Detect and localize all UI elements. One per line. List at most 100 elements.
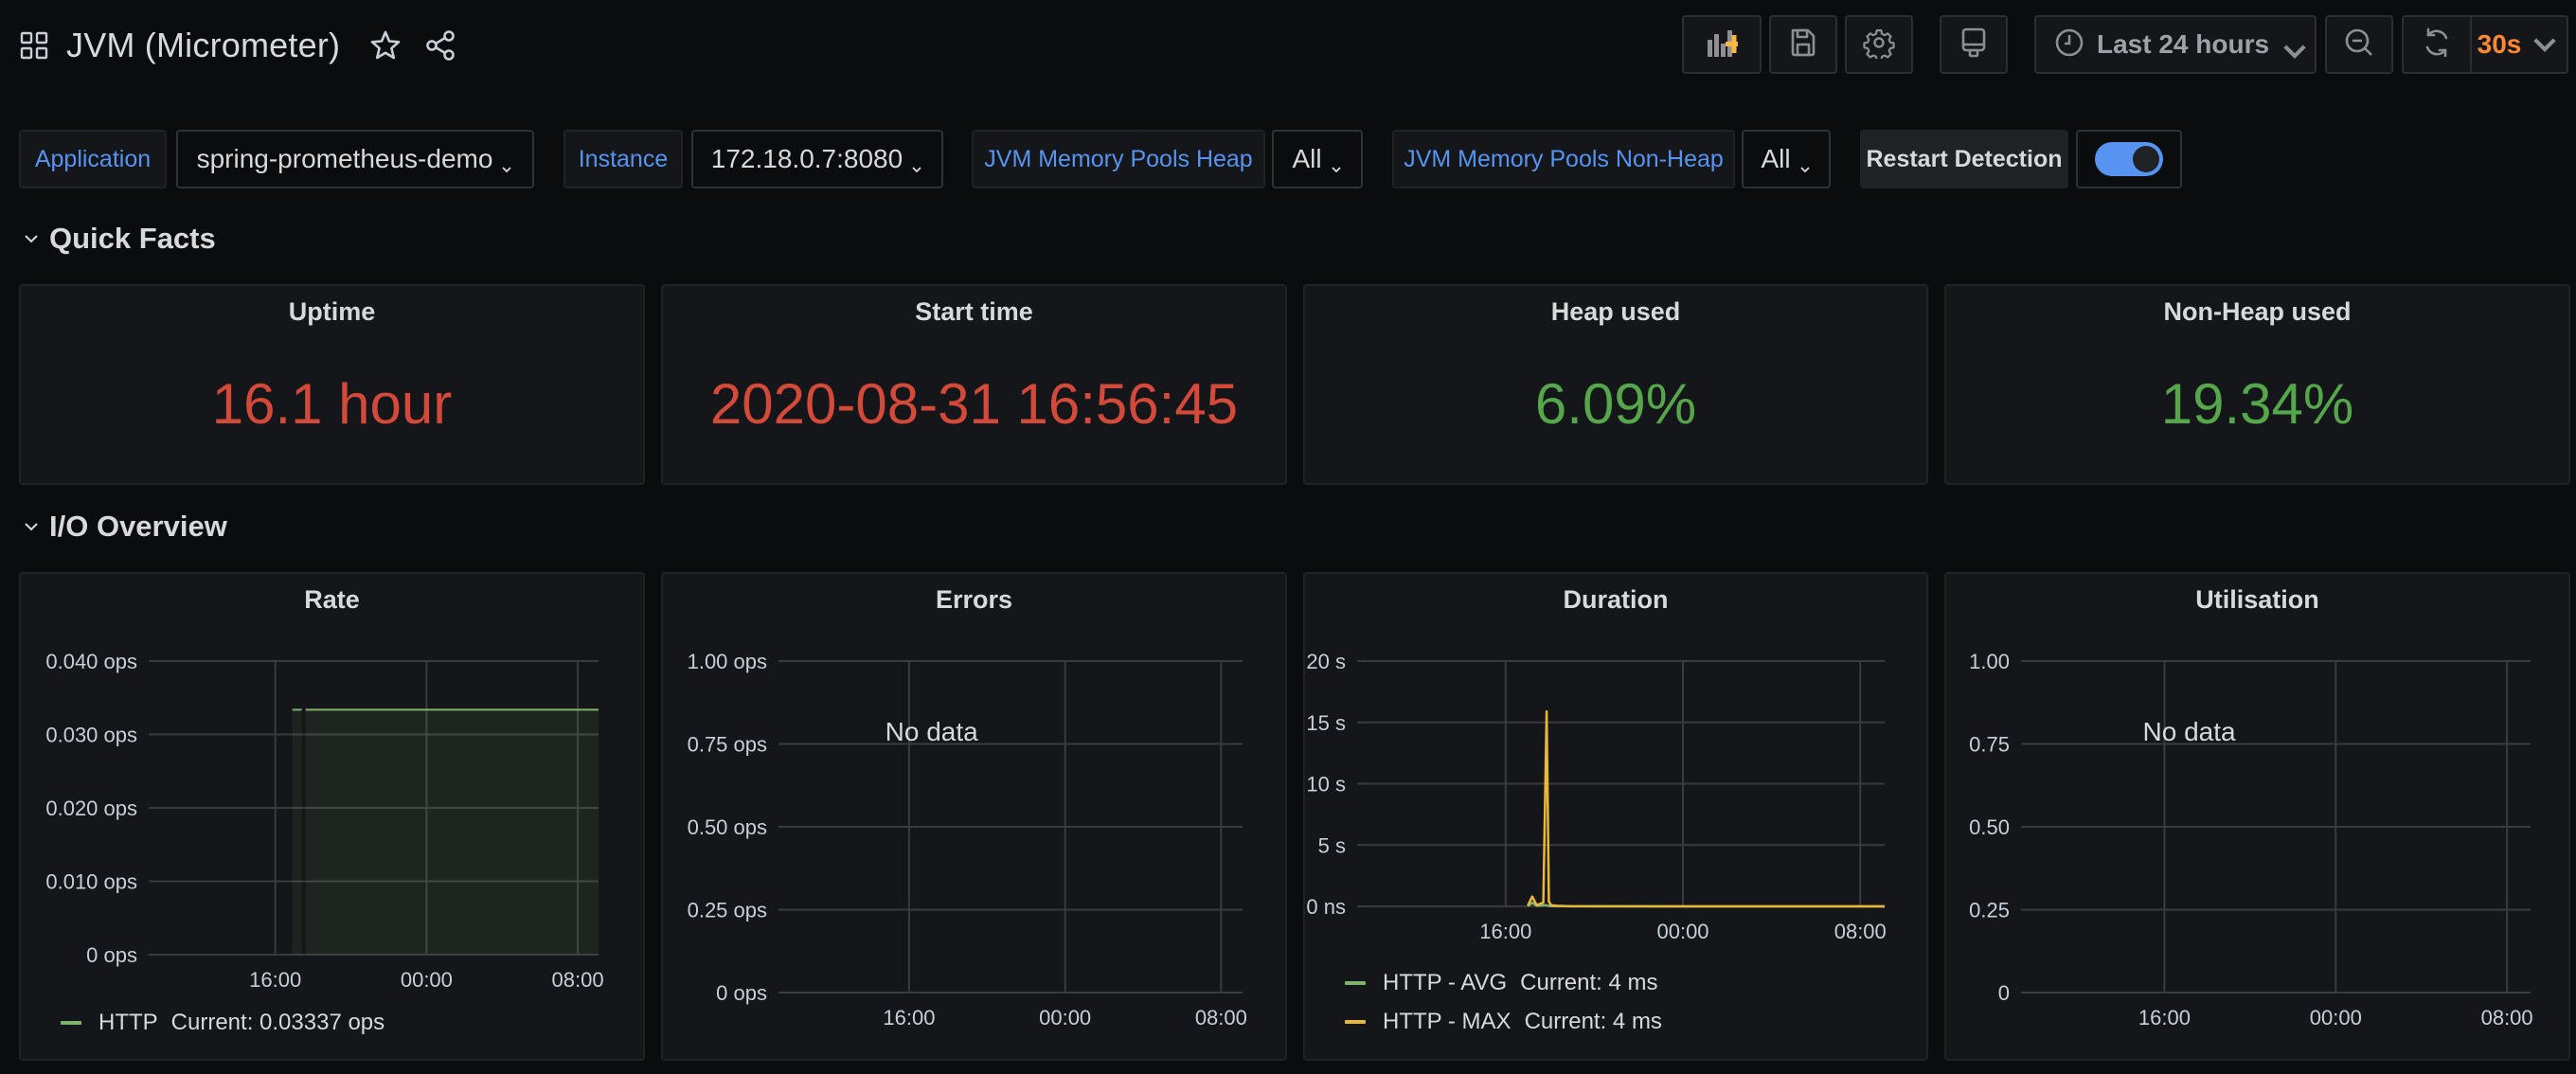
refresh-icon	[2421, 27, 2453, 63]
utilisation-chart: 1.00 0.75 0.50 0.25 0 16:00 00:00 08:00 No data	[1969, 650, 2533, 1029]
zoom-out-button[interactable]	[2325, 15, 2393, 74]
y-tick-label: 0.50 ops	[688, 815, 767, 839]
y-tick-label: 5 s	[1318, 833, 1346, 857]
row-io-overview[interactable]: I/O Overview	[23, 510, 227, 544]
y-tick-label: 0.020 ops	[45, 797, 137, 820]
x-tick-label: 00:00	[401, 968, 453, 992]
variable-label-restart-detection: Restart Detection	[1860, 130, 2068, 188]
panel-title[interactable]: Start time	[663, 297, 1285, 327]
x-tick-label: 00:00	[1656, 920, 1708, 943]
x-tick-label: 16:00	[1479, 920, 1531, 943]
variable-dropdown-nonheap-pools[interactable]: All	[1742, 130, 1831, 188]
variable-label-application: Application	[19, 130, 167, 188]
stat-value: 6.09%	[1534, 372, 1697, 436]
y-tick-label: 0.040 ops	[45, 650, 137, 673]
clock-icon	[2053, 27, 2085, 63]
refresh-interval-dropdown[interactable]: 30s	[2472, 17, 2567, 72]
apps-grid-icon[interactable]	[19, 30, 49, 61]
legend-swatch	[1345, 981, 1366, 985]
rate-chart: 0.040 ops 0.030 ops 0.020 ops 0.010 ops 0 op…	[45, 650, 604, 992]
dashboard-header: JVM (Micrometer)	[19, 21, 478, 70]
save-dashboard-button[interactable]	[1769, 15, 1837, 74]
dashboard-title[interactable]: JVM (Micrometer)	[66, 26, 340, 65]
y-tick-label: 15 s	[1306, 711, 1346, 735]
legend-swatch	[1345, 1020, 1366, 1024]
stat-panel-uptime: Uptime 16.1 hour	[19, 284, 645, 485]
variable-dropdown-application[interactable]: spring-prometheus-demo	[176, 130, 534, 188]
refresh-picker: 30s	[2402, 15, 2568, 74]
y-tick-label: 0.75 ops	[688, 733, 767, 757]
stat-panel-heap-used: Heap used 6.09%	[1303, 284, 1928, 485]
panel-title[interactable]: Heap used	[1305, 297, 1926, 327]
variable-dropdown-heap-pools[interactable]: All	[1272, 130, 1363, 188]
chevron-down-icon	[25, 235, 38, 243]
variable-dropdown-instance[interactable]: 172.18.0.7:8080	[691, 130, 943, 188]
chevron-down-icon	[1330, 152, 1343, 173]
no-data-label: No data	[886, 717, 978, 746]
chevron-down-icon	[25, 523, 38, 531]
y-tick-label: 1.00 ops	[688, 650, 767, 673]
graph-panel-rate: Rate 0.040 ops 0.030 ops 0.020 ops 0.010 op…	[19, 572, 645, 1061]
chevron-down-icon	[1798, 152, 1812, 173]
series-area	[292, 709, 302, 955]
legend-current-value: Current: 4 ms	[1520, 970, 1658, 995]
add-panel-button[interactable]	[1682, 15, 1762, 74]
variable-label-nonheap-pools: JVM Memory Pools Non-Heap	[1392, 130, 1735, 188]
y-tick-label: 0.25 ops	[688, 899, 767, 922]
save-icon	[1787, 27, 1819, 63]
panel-title[interactable]: Non-Heap used	[1946, 297, 2568, 327]
variable-value-instance: 172.18.0.7:8080	[710, 144, 903, 173]
x-tick-label: 08:00	[1834, 920, 1887, 943]
refresh-interval-label: 30s	[2477, 29, 2522, 59]
stat-value: 16.1 hour	[211, 372, 453, 436]
x-tick-label: 16:00	[2138, 1006, 2191, 1029]
time-range-picker[interactable]: Last 24 hours	[2034, 15, 2317, 74]
chevron-down-icon	[2279, 35, 2306, 59]
zoom-out-icon	[2343, 27, 2375, 63]
y-tick-label: 0.25	[1969, 899, 2010, 922]
legend-current-value: Current: 4 ms	[1524, 1009, 1662, 1034]
star-icon[interactable]	[368, 28, 402, 63]
legend-current-value: Current: 0.03337 ops	[170, 1010, 385, 1035]
legend-swatch	[61, 1021, 81, 1025]
series-line	[1527, 709, 1885, 908]
restart-detection-toggle[interactable]	[2095, 142, 2163, 176]
refresh-button[interactable]	[2404, 17, 2470, 72]
dashboard-settings-button[interactable]	[1845, 15, 1913, 74]
restart-detection-toggle-box	[2076, 130, 2182, 188]
tv-mode-button[interactable]	[1940, 15, 2008, 74]
gear-icon	[1863, 27, 1895, 63]
chevron-down-icon	[500, 152, 513, 173]
graph-panel-errors: Errors 1.00 ops 0.75 ops 0.50 ops 0.25 ops 0…	[661, 572, 1287, 1061]
x-tick-label: 00:00	[2310, 1006, 2362, 1029]
legend-item-http-avg[interactable]: HTTP - AVG Current: 4 ms	[1345, 970, 1658, 996]
no-data-label: No data	[2143, 717, 2236, 746]
x-tick-label: 16:00	[883, 1006, 935, 1029]
y-tick-label: 0 ops	[716, 981, 767, 1005]
legend-item-http-max[interactable]: HTTP - MAX Current: 4 ms	[1345, 1009, 1662, 1035]
x-tick-label: 08:00	[2481, 1006, 2533, 1029]
add-panel-icon	[1706, 27, 1743, 63]
stat-value: 19.34%	[2160, 372, 2354, 436]
row-quick-facts[interactable]: Quick Facts	[23, 222, 216, 256]
legend-item-http[interactable]: HTTP Current: 0.03337 ops	[61, 1010, 385, 1036]
panel-title[interactable]: Uptime	[21, 297, 643, 327]
chevron-down-icon	[910, 152, 923, 173]
share-icon[interactable]	[423, 28, 457, 63]
stat-panel-nonheap-used: Non-Heap used 19.34%	[1944, 284, 2570, 485]
toggle-knob	[2133, 146, 2159, 172]
y-tick-label: 20 s	[1306, 650, 1346, 673]
x-tick-label: 08:00	[552, 968, 604, 992]
y-tick-label: 0.010 ops	[45, 870, 137, 894]
y-tick-label: 0.030 ops	[45, 724, 137, 747]
stat-panel-start-time: Start time 2020-08-31 16:56:45	[661, 284, 1287, 485]
legend-series-name: HTTP	[98, 1010, 158, 1035]
monitor-icon	[1958, 27, 1990, 63]
row-title: I/O Overview	[49, 510, 227, 543]
y-tick-label: 1.00	[1969, 650, 2010, 673]
time-range-label: Last 24 hours	[2097, 29, 2270, 59]
y-tick-label: 0.50	[1969, 815, 2010, 839]
row-title: Quick Facts	[49, 222, 216, 255]
graph-panel-utilisation: Utilisation 1.00 0.75 0.50 0.25 0 16:00 00:00 0…	[1944, 572, 2570, 1061]
series-area	[305, 709, 599, 955]
